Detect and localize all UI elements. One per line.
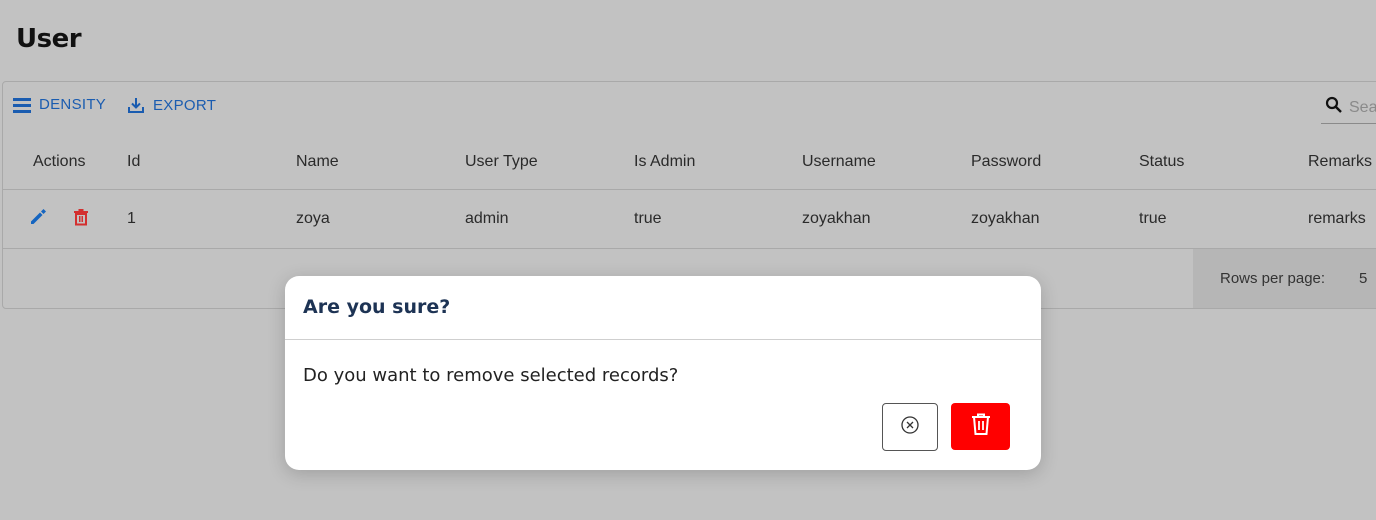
close-circle-icon	[900, 415, 920, 440]
data-grid: DENSITY EXPORT Actions Id Name User Type…	[2, 81, 1376, 309]
column-header-password[interactable]: Password	[971, 134, 1041, 189]
column-header-is-admin[interactable]: Is Admin	[634, 134, 695, 189]
table-header: Actions Id Name User Type Is Admin Usern…	[3, 134, 1376, 190]
dialog-message: Do you want to remove selected records?	[303, 365, 679, 386]
search-box	[1321, 92, 1376, 124]
column-header-status[interactable]: Status	[1139, 134, 1184, 189]
rows-per-page-select[interactable]: 5	[1359, 270, 1367, 287]
export-label: EXPORT	[153, 96, 217, 114]
column-header-user-type[interactable]: User Type	[465, 134, 538, 189]
cell-is-admin: true	[634, 210, 662, 227]
density-button[interactable]: DENSITY	[13, 96, 106, 113]
confirm-delete-button[interactable]	[951, 403, 1010, 450]
column-header-actions[interactable]: Actions	[33, 134, 85, 189]
row-actions	[29, 190, 89, 248]
dialog-title: Are you sure?	[303, 296, 451, 318]
search-input[interactable]	[1349, 98, 1376, 117]
confirm-dialog: Are you sure? Do you want to remove sele…	[285, 276, 1041, 470]
cancel-button[interactable]	[882, 403, 938, 451]
edit-button[interactable]	[29, 208, 47, 231]
trash-icon	[73, 208, 89, 231]
pencil-icon	[29, 208, 47, 231]
export-icon	[127, 96, 145, 114]
cell-remarks: remarks	[1308, 210, 1366, 227]
dialog-divider	[285, 339, 1041, 340]
density-icon	[13, 97, 31, 113]
cell-user-type: admin	[465, 210, 509, 227]
page-title: User	[16, 24, 82, 54]
cell-status: true	[1139, 210, 1167, 227]
column-header-username[interactable]: Username	[802, 134, 876, 189]
table-row[interactable]: 1 zoya admin true zoyakhan zoyakhan true…	[3, 190, 1376, 249]
delete-row-button[interactable]	[73, 208, 89, 231]
density-label: DENSITY	[39, 96, 107, 113]
cell-password: zoyakhan	[971, 210, 1040, 227]
rows-per-page: Rows per page: 5	[1193, 249, 1376, 308]
cell-username: zoyakhan	[802, 210, 871, 227]
search-icon	[1325, 96, 1343, 119]
cell-name: zoya	[296, 210, 330, 227]
column-header-name[interactable]: Name	[296, 134, 339, 189]
rows-per-page-label: Rows per page:	[1220, 270, 1326, 287]
export-button[interactable]: EXPORT	[127, 96, 216, 114]
cell-id: 1	[127, 210, 136, 227]
trash-icon	[970, 412, 992, 441]
column-header-remarks[interactable]: Remarks	[1308, 134, 1372, 189]
column-header-id[interactable]: Id	[127, 134, 140, 189]
